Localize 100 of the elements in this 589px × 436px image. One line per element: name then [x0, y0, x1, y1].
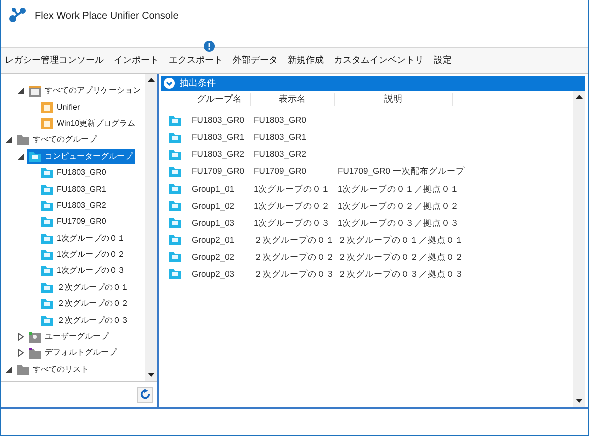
table-cell: ２次グループの０２: [254, 252, 335, 262]
table-cell: FU1803_GR0: [192, 115, 244, 126]
scroll-down-icon[interactable]: [148, 373, 154, 377]
column-header[interactable]: 表示名: [251, 92, 335, 106]
computer-folder-icon: [169, 132, 181, 143]
tree-item[interactable]: 1次グループの０２: [39, 248, 128, 263]
computer-folder-icon: [41, 217, 53, 228]
scroll-down-icon[interactable]: [576, 399, 582, 403]
table-cell: FU1803_GR2: [192, 149, 244, 160]
tree-item[interactable]: コンピューターグループ: [27, 149, 135, 164]
tree-item[interactable]: ２次グループの０１: [39, 280, 131, 296]
computer-folder-icon: [169, 235, 181, 246]
computer-folder-icon: [169, 166, 181, 177]
table-cell: 1次グループの０３: [254, 218, 331, 228]
computer-folder-icon: [169, 150, 181, 160]
table-cell: ２次グループの０３: [254, 269, 335, 280]
table-cell: Group2_01: [192, 234, 235, 245]
table-cell: Group2_03: [192, 269, 235, 280]
table-cell: Group1_01: [192, 184, 235, 194]
expanded-arrow-icon[interactable]: [18, 154, 24, 160]
tree-item[interactable]: Unifier: [39, 100, 82, 116]
collapsed-arrow-icon[interactable]: [18, 333, 24, 342]
computer-folder-icon: [41, 266, 53, 276]
computer-folder-icon: [169, 218, 181, 228]
table-cell-text: FU1709_GR0 一次配布グループ: [337, 165, 465, 178]
expanded-arrow-icon[interactable]: [6, 137, 12, 144]
table-cell: Group2_02: [192, 252, 235, 262]
computer-folder-icon: [41, 250, 53, 260]
computer-folder-icon: [169, 184, 181, 194]
tree-item[interactable]: デフォルトグループ: [27, 346, 119, 361]
scroll-up-icon[interactable]: [576, 95, 582, 99]
folder-icon: [29, 348, 41, 359]
menu-item[interactable]: 新規作成: [288, 54, 324, 68]
computer-folder-icon: [169, 269, 181, 280]
tree-item[interactable]: Win10更新プログラム: [39, 116, 138, 132]
collapsed-arrow-icon[interactable]: [18, 349, 24, 358]
refresh-icon: [140, 389, 150, 400]
table-cell-text: ２次グループの０３／拠点０３: [337, 268, 464, 281]
computer-folder-icon: [41, 282, 53, 293]
table-cell: 1次グループの０１: [254, 184, 331, 194]
expanded-arrow-icon[interactable]: [18, 88, 24, 94]
tree-item[interactable]: すべてのグループ: [15, 132, 99, 148]
application-icon: [41, 102, 53, 114]
column-header[interactable]: グループ名: [189, 92, 251, 106]
tree-item[interactable]: FU1803_GR0: [39, 166, 108, 181]
computer-folder-icon: [169, 201, 181, 212]
tree-item[interactable]: ２次グループの０３: [39, 313, 131, 328]
expanded-arrow-icon[interactable]: [6, 366, 12, 373]
table-cell: Group1_03: [192, 218, 235, 228]
table-cell: FU1803_GR1: [254, 132, 306, 142]
computer-folder-icon: [41, 184, 53, 195]
menu-item[interactable]: インポート: [114, 54, 159, 68]
table-cell: FU1709_GR0: [192, 166, 244, 176]
application-icon: [29, 86, 41, 97]
table-cell: FU1803_GR1: [192, 132, 244, 142]
scrollbar[interactable]: [573, 91, 585, 407]
tree-item[interactable]: FU1803_GR1: [39, 182, 108, 198]
menu-item[interactable]: 外部データ: [233, 54, 278, 68]
scroll-up-icon[interactable]: [148, 78, 154, 82]
computer-folder-icon: [41, 316, 53, 326]
tree-item[interactable]: FU1709_GR0: [39, 214, 108, 230]
table-cell-text: ２次グループの０２／拠点０２: [337, 250, 464, 264]
table-cell-text: 1次グループの０１／拠点０１: [337, 182, 460, 196]
tree-item[interactable]: すべてのアプリケーション: [27, 84, 143, 99]
folder-icon: [17, 364, 29, 375]
filter-bar-label: 抽出条件: [180, 76, 216, 90]
tree-item[interactable]: ユーザーグループ: [27, 330, 111, 345]
tree-item[interactable]: 1次グループの０３: [39, 264, 128, 279]
computer-folder-icon: [41, 200, 53, 211]
application-icon: [41, 118, 53, 130]
computer-folder-icon: [169, 116, 181, 126]
table-cell: Group1_02: [192, 200, 235, 211]
tree-item[interactable]: すべてのリスト: [15, 362, 91, 378]
table-cell-text: 1次グループの０２／拠点０２: [337, 200, 460, 212]
computer-folder-icon: [41, 299, 53, 310]
logo-icon: [9, 7, 27, 23]
scrollbar[interactable]: [145, 74, 157, 381]
tree-item[interactable]: ２次グループの０２: [39, 296, 131, 312]
menu-item[interactable]: エクスポート: [169, 54, 223, 68]
tree-item[interactable]: 1次グループの０１: [39, 231, 128, 246]
table-cell: 1次グループの０２: [254, 200, 331, 211]
window-title: Flex Work Place Unifier Console: [35, 10, 179, 24]
chevron-down-icon[interactable]: [164, 78, 175, 89]
tree-item[interactable]: FU1803_GR2: [39, 198, 108, 214]
computer-folder-icon: [41, 168, 53, 178]
filter-bar[interactable]: 抽出条件: [161, 76, 585, 91]
table-cell: FU1709_GR0: [254, 166, 306, 176]
table-cell-text: 1次グループの０３／拠点０３: [337, 216, 460, 230]
menu-item[interactable]: レガシー管理コンソール: [5, 54, 104, 68]
refresh-button[interactable]: [137, 386, 153, 402]
computer-folder-icon: [29, 152, 41, 162]
folder-icon: [17, 135, 29, 146]
menu-item[interactable]: カスタムインベントリ: [334, 54, 424, 68]
user-folder-icon: [29, 332, 41, 343]
computer-folder-icon: [169, 252, 181, 262]
menu-item[interactable]: 設定: [434, 54, 452, 68]
column-header[interactable]: 説明: [335, 92, 453, 106]
table-cell: FU1803_GR0: [254, 115, 306, 126]
table-cell-text: ２次グループの０１／拠点０１: [337, 234, 464, 247]
table-cell: FU1803_GR2: [254, 149, 306, 160]
